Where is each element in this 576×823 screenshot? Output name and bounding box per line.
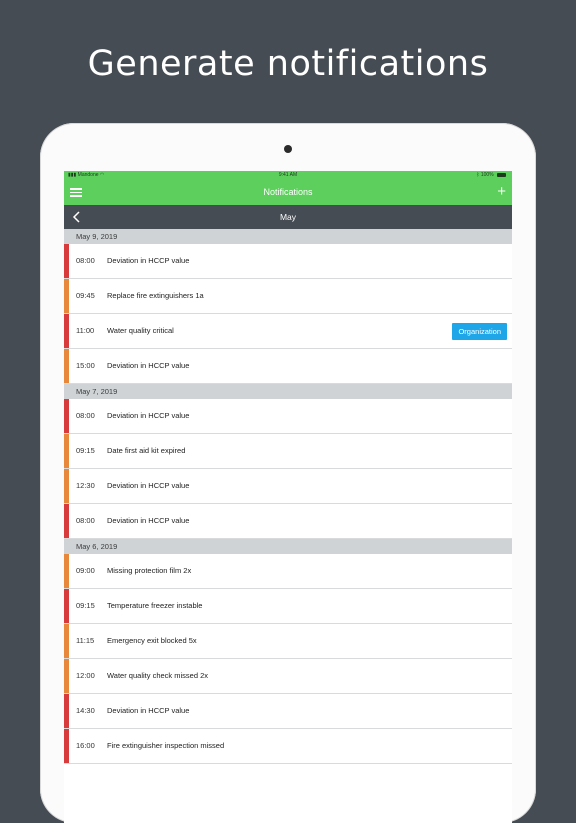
notification-message: Water quality check missed 2x <box>107 671 209 680</box>
notification-message: Deviation in HCCP value <box>107 256 190 265</box>
notification-row[interactable]: 11:00 Water quality critical Organization <box>64 314 512 349</box>
month-title: May <box>279 212 297 222</box>
notification-time: 09:15 <box>76 446 95 455</box>
severity-indicator <box>64 469 69 503</box>
notification-row[interactable]: 09:15 Temperature freezer instable <box>64 589 512 624</box>
notification-row[interactable]: 12:00 Water quality check missed 2x <box>64 659 512 694</box>
status-time: 9:41 AM <box>278 172 298 178</box>
notification-row[interactable]: 08:00 Deviation in HCCP value <box>64 504 512 539</box>
organization-badge[interactable]: Organization <box>452 323 507 340</box>
notification-time: 11:15 <box>76 636 95 645</box>
severity-indicator <box>64 349 69 383</box>
status-bar: ▮▮▮ Mandone ◠ 9:41 AM ᛒ 100% <box>64 171 512 180</box>
notification-message: Fire extinguisher inspection missed <box>107 741 225 750</box>
app-screen: ▮▮▮ Mandone ◠ 9:41 AM ᛒ 100% Notificatio… <box>64 171 512 823</box>
notification-time: 08:00 <box>76 516 95 525</box>
notification-message: Water quality critical <box>107 326 174 335</box>
date-header: May 9, 2019 <box>64 229 512 244</box>
notification-row[interactable]: 16:00 Fire extinguisher inspection missed <box>64 729 512 764</box>
notification-message: Deviation in HCCP value <box>107 516 190 525</box>
severity-indicator <box>64 434 69 468</box>
severity-indicator <box>64 314 69 348</box>
severity-indicator <box>64 589 69 623</box>
tablet-frame: ▮▮▮ Mandone ◠ 9:41 AM ᛒ 100% Notificatio… <box>40 123 536 823</box>
notification-time: 08:00 <box>76 411 95 420</box>
battery-status: ᛒ 100% <box>476 171 506 180</box>
severity-indicator <box>64 659 69 693</box>
notification-time: 09:00 <box>76 566 95 575</box>
notification-row[interactable]: 09:45 Replace fire extinguishers 1a <box>64 279 512 314</box>
notification-row[interactable]: 11:15 Emergency exit blocked 5x <box>64 624 512 659</box>
date-header: May 7, 2019 <box>64 384 512 399</box>
app-title: Notifications <box>263 187 313 197</box>
severity-indicator <box>64 624 69 658</box>
notification-list: May 9, 2019 08:00 Deviation in HCCP value 0… <box>64 229 512 764</box>
notification-message: Deviation in HCCP value <box>107 706 190 715</box>
notification-message: Temperature freezer instable <box>107 601 203 610</box>
notification-row[interactable]: 15:00 Deviation in HCCP value <box>64 349 512 384</box>
date-header: May 6, 2019 <box>64 539 512 554</box>
severity-indicator <box>64 554 69 588</box>
notification-message: Replace fire extinguishers 1a <box>107 291 204 300</box>
notification-message: Deviation in HCCP value <box>107 361 190 370</box>
notification-time: 09:45 <box>76 291 95 300</box>
notification-message: Missing protection film 2x <box>107 566 192 575</box>
app-bar: Notifications + <box>64 180 512 205</box>
notification-message: Deviation in HCCP value <box>107 481 190 490</box>
notification-row[interactable]: 12:30 Deviation in HCCP value <box>64 469 512 504</box>
notification-row[interactable]: 14:30 Deviation in HCCP value <box>64 694 512 729</box>
notification-time: 16:00 <box>76 741 95 750</box>
notification-message: Date first aid kit expired <box>107 446 186 455</box>
notification-row[interactable]: 09:00 Missing protection film 2x <box>64 554 512 589</box>
notification-row[interactable]: 08:00 Deviation in HCCP value <box>64 399 512 434</box>
severity-indicator <box>64 279 69 313</box>
severity-indicator <box>64 694 69 728</box>
severity-indicator <box>64 399 69 433</box>
month-bar: May <box>64 205 512 229</box>
notification-time: 12:30 <box>76 481 95 490</box>
notification-time: 15:00 <box>76 361 95 370</box>
add-icon[interactable]: + <box>497 184 506 200</box>
severity-indicator <box>64 504 69 538</box>
notification-message: Deviation in HCCP value <box>107 411 190 420</box>
page-headline: Generate notifications <box>87 44 489 84</box>
notification-time: 08:00 <box>76 256 95 265</box>
notification-row[interactable]: 09:15 Date first aid kit expired <box>64 434 512 469</box>
notification-time: 09:15 <box>76 601 95 610</box>
battery-icon <box>497 172 506 177</box>
notification-message: Emergency exit blocked 5x <box>107 636 197 645</box>
bluetooth-icon: ᛒ <box>476 172 480 178</box>
severity-indicator <box>64 244 69 278</box>
notification-row[interactable]: 08:00 Deviation in HCCP value <box>64 244 512 279</box>
notification-time: 11:00 <box>76 326 95 335</box>
severity-indicator <box>64 729 69 763</box>
battery-percent: 100% <box>480 172 494 178</box>
camera-dot <box>284 145 292 153</box>
notification-time: 12:00 <box>76 671 95 680</box>
notification-time: 14:30 <box>76 706 95 715</box>
